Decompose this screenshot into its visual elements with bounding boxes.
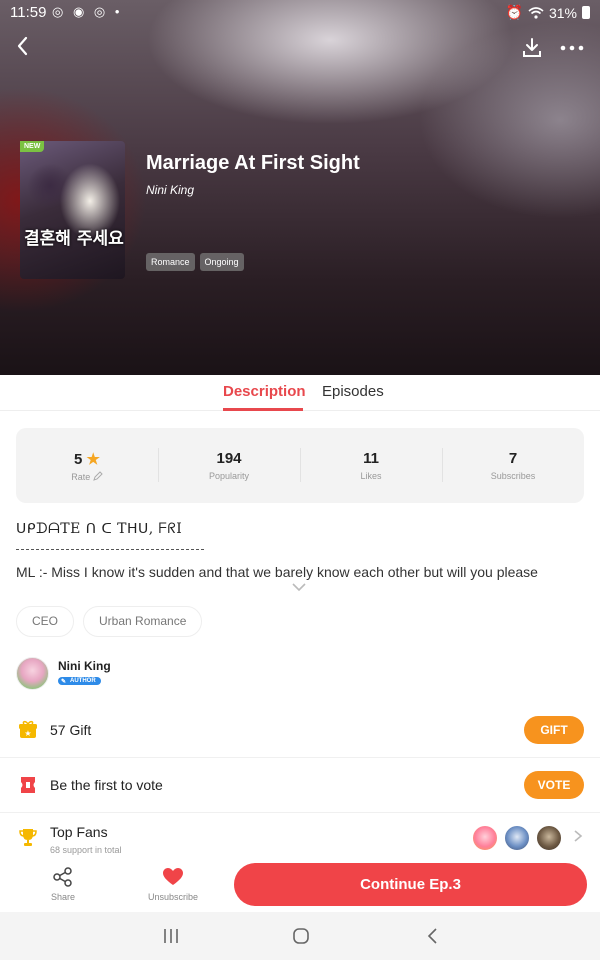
cover-title-text: 결혼해 주세요 — [24, 229, 124, 249]
gift-button[interactable]: GIFT — [524, 716, 584, 744]
battery-icon — [582, 6, 590, 19]
stat-likes-value: 11 — [363, 450, 379, 467]
stats-panel: 5 ★ Rate 194 Popularity 11 Likes 7 Subsc… — [16, 428, 584, 503]
share-icon — [53, 867, 72, 887]
heart-icon — [163, 868, 183, 885]
more-icon[interactable] — [558, 36, 586, 60]
comic-title: Marriage At First Sight — [146, 152, 360, 174]
top-fans-row[interactable]: Top Fans 68 support in total — [0, 813, 600, 859]
unsubscribe-button[interactable]: Unsubscribe — [140, 866, 206, 902]
top-fans-label: Top Fans — [50, 824, 108, 840]
gift-row: ★ 57 Gift GIFT — [0, 703, 600, 758]
author-badge-label: AUTHOR — [70, 678, 96, 684]
genre-tags: Romance Ongoing — [146, 253, 244, 271]
status-tag[interactable]: Ongoing — [199, 253, 244, 271]
tab-description[interactable]: Description — [223, 383, 306, 400]
recent-apps-icon[interactable] — [160, 926, 182, 946]
stat-popularity-label: Popularity — [208, 471, 250, 481]
stat-likes-label: Likes — [360, 471, 382, 481]
stat-subscribes-value: 7 — [508, 450, 518, 467]
author-badge: ✎ AUTHOR — [58, 677, 101, 685]
author-name[interactable]: Nini King — [58, 659, 111, 673]
status-time: 11:59 — [10, 4, 47, 21]
star-icon: ★ — [82, 451, 100, 468]
stat-rate[interactable]: 5 ★ Rate — [16, 428, 158, 503]
genre-tag[interactable]: Romance — [146, 253, 195, 271]
gift-count: 57 Gift — [50, 722, 92, 738]
keyword-tags: CEO Urban Romance — [16, 606, 203, 637]
keyword-tag[interactable]: Urban Romance — [83, 606, 203, 637]
fan-avatar[interactable] — [536, 825, 562, 851]
top-fans-sub: 68 support in total — [50, 845, 122, 855]
back-arrow-icon[interactable] — [12, 34, 36, 58]
fan-avatar[interactable] — [504, 825, 530, 851]
vote-button[interactable]: VOTE — [524, 771, 584, 799]
stat-popularity: 194 Popularity — [158, 428, 300, 503]
system-nav-bar — [0, 912, 600, 960]
author-avatar[interactable] — [16, 657, 49, 690]
gift-icon: ★ — [19, 720, 37, 738]
stat-likes: 11 Likes — [300, 428, 442, 503]
bottom-action-bar: Share Unsubscribe Continue Ep.3 — [0, 859, 600, 912]
divider-line — [16, 549, 204, 550]
battery-percent: 31% — [548, 4, 577, 21]
comic-author: Nini King — [146, 183, 195, 197]
chevron-right-icon[interactable] — [572, 829, 584, 843]
back-nav-icon[interactable] — [422, 926, 444, 946]
stat-rate-label-wrap: Rate — [16, 471, 158, 482]
share-label: Share — [50, 892, 76, 902]
status-right: ⏰ 31% — [506, 4, 590, 21]
keyword-tag[interactable]: CEO — [16, 606, 75, 637]
hero-banner: 11:59 ◎ ◉ ◎ • ⏰ 31% 결혼해 주세요 NEW Marriage… — [0, 0, 600, 375]
tab-bar: Description Episodes — [0, 375, 600, 411]
ticket-icon — [21, 777, 35, 793]
status-bar: 11:59 ◎ ◉ ◎ • ⏰ 31% — [0, 0, 600, 26]
stat-subscribes-label: Subscribes — [490, 471, 536, 481]
pen-icon: ✎ — [61, 679, 67, 685]
svg-text:★: ★ — [24, 729, 31, 738]
alarm-icon: ⏰ — [505, 4, 523, 20]
home-icon[interactable] — [290, 926, 312, 946]
pencil-icon — [92, 471, 103, 481]
continue-reading-button[interactable]: Continue Ep.3 — [234, 863, 587, 906]
share-button[interactable]: Share — [43, 866, 83, 902]
stat-popularity-value: 194 — [216, 450, 242, 467]
vote-label: Be the first to vote — [50, 777, 163, 793]
description-text[interactable]: ML :- Miss I know it's sudden and that w… — [16, 564, 538, 580]
wifi-icon — [528, 6, 544, 19]
active-tab-indicator — [223, 408, 303, 411]
comic-cover[interactable]: 결혼해 주세요 — [20, 141, 125, 279]
download-icon[interactable] — [520, 36, 544, 60]
notification-icons: ◎ ◉ ◎ • — [52, 4, 123, 19]
chevron-down-icon[interactable] — [289, 580, 309, 594]
tab-episodes[interactable]: Episodes — [322, 383, 384, 400]
trophy-icon — [19, 829, 37, 846]
new-badge: NEW — [20, 141, 45, 152]
unsubscribe-label: Unsubscribe — [147, 892, 199, 902]
update-schedule: ᑌᑭᗪᗩTE ᑎ ᑕ Tᕼᑌ, ᖴᖇI — [16, 521, 183, 537]
fan-avatar[interactable] — [472, 825, 498, 851]
stat-rate-value-wrap: 5 ★ — [16, 450, 158, 468]
stat-rate-label: Rate — [71, 472, 91, 482]
stat-subscribes: 7 Subscribes — [442, 428, 584, 503]
vote-row: Be the first to vote VOTE — [0, 758, 600, 813]
